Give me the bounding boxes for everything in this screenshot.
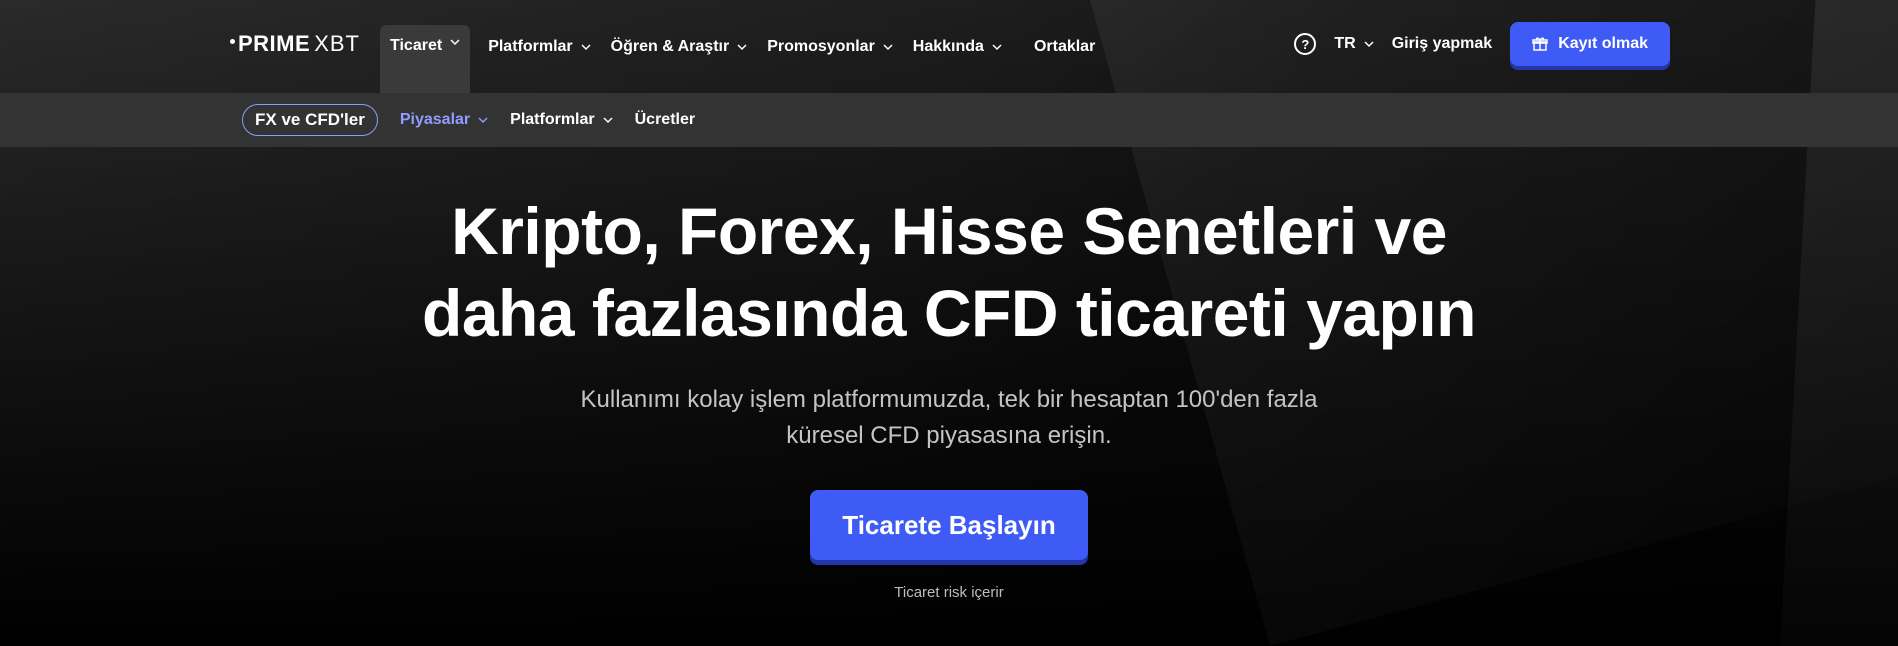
- chevron-down-icon: [883, 43, 893, 50]
- header-actions: ? TR Giriş yapmak Kayıt olmak: [1294, 22, 1670, 66]
- risk-disclaimer: Ticaret risk içerir: [894, 584, 1004, 601]
- subnav-item-label: Platformlar: [510, 111, 595, 128]
- menu-item-label: Ticaret: [390, 37, 443, 54]
- hero-subtitle-line-2: küresel CFD piyasasına erişin.: [786, 422, 1112, 449]
- menu-item-label: Promosyonlar: [767, 37, 875, 55]
- chevron-down-icon: [478, 117, 488, 124]
- logo-dot: [230, 38, 235, 44]
- menu-item-ogren-arastir[interactable]: Öğren & Araştır: [601, 0, 758, 93]
- chevron-down-icon: [603, 117, 613, 124]
- section-pill[interactable]: FX ve CFD'ler: [242, 104, 378, 136]
- subnav-item-label: Piyasalar: [399, 111, 471, 128]
- menu-item-ticaret[interactable]: Ticaret: [380, 25, 471, 93]
- hero-section: Kripto, Forex, Hisse Senetleri ve daha f…: [0, 190, 1898, 601]
- hero-title-line-1: Kripto, Forex, Hisse Senetleri ve: [451, 194, 1447, 268]
- subnav-item-piyasalar[interactable]: Piyasalar: [400, 111, 488, 129]
- start-trading-button[interactable]: Ticarete Başlayın: [810, 490, 1088, 560]
- gift-icon: [1532, 37, 1548, 51]
- logo-xbt: XBT: [314, 31, 360, 56]
- menu-item-label: Ortaklar: [1033, 37, 1096, 55]
- login-link[interactable]: Giriş yapmak: [1392, 35, 1493, 53]
- hero-title-line-2: daha fazlasında CFD ticareti yapın: [422, 276, 1476, 350]
- primexbt-logo[interactable]: PRIME XBT: [230, 31, 360, 56]
- menu-item-label: Hakkında: [912, 37, 984, 55]
- hero-subtitle: Kullanımı kolay işlem platformumuzda, te…: [0, 382, 1898, 454]
- language-label: TR: [1334, 35, 1356, 52]
- chevron-down-icon: [992, 43, 1002, 50]
- signup-label: Kayıt olmak: [1558, 35, 1648, 52]
- subnav-item-label: Ücretler: [634, 111, 696, 128]
- subnav-item-ucretler[interactable]: Ücretler: [635, 111, 695, 129]
- menu-item-hakkinda[interactable]: Hakkında: [903, 0, 1012, 93]
- language-selector[interactable]: TR: [1334, 35, 1374, 53]
- hero-subtitle-line-1: Kullanımı kolay işlem platformumuzda, te…: [580, 386, 1318, 413]
- main-menu: Ticaret Platformlar Öğren & Araştır Prom…: [380, 0, 1105, 93]
- hero-title: Kripto, Forex, Hisse Senetleri ve daha f…: [0, 190, 1898, 354]
- menu-item-label: Platformlar: [488, 37, 573, 55]
- chevron-down-icon: [450, 39, 460, 46]
- menu-item-promosyonlar[interactable]: Promosyonlar: [757, 0, 903, 93]
- chevron-down-icon: [581, 43, 591, 50]
- menu-item-label: Öğren & Araştır: [610, 37, 730, 55]
- sub-navigation: FX ve CFD'ler Piyasalar Platformlar Ücre…: [0, 93, 1898, 147]
- chevron-down-icon: [1364, 41, 1374, 48]
- question-circle-icon[interactable]: ?: [1294, 33, 1317, 55]
- top-navigation: PRIME XBT Ticaret Platformlar Öğren & Ar…: [0, 0, 1898, 93]
- subnav-item-platformlar[interactable]: Platformlar: [510, 111, 613, 129]
- logo-prime: PRIME: [238, 31, 311, 56]
- menu-item-ortaklar[interactable]: Ortaklar: [1024, 0, 1105, 93]
- menu-item-platformlar[interactable]: Platformlar: [478, 0, 600, 93]
- chevron-down-icon: [737, 43, 747, 50]
- signup-button[interactable]: Kayıt olmak: [1510, 22, 1670, 66]
